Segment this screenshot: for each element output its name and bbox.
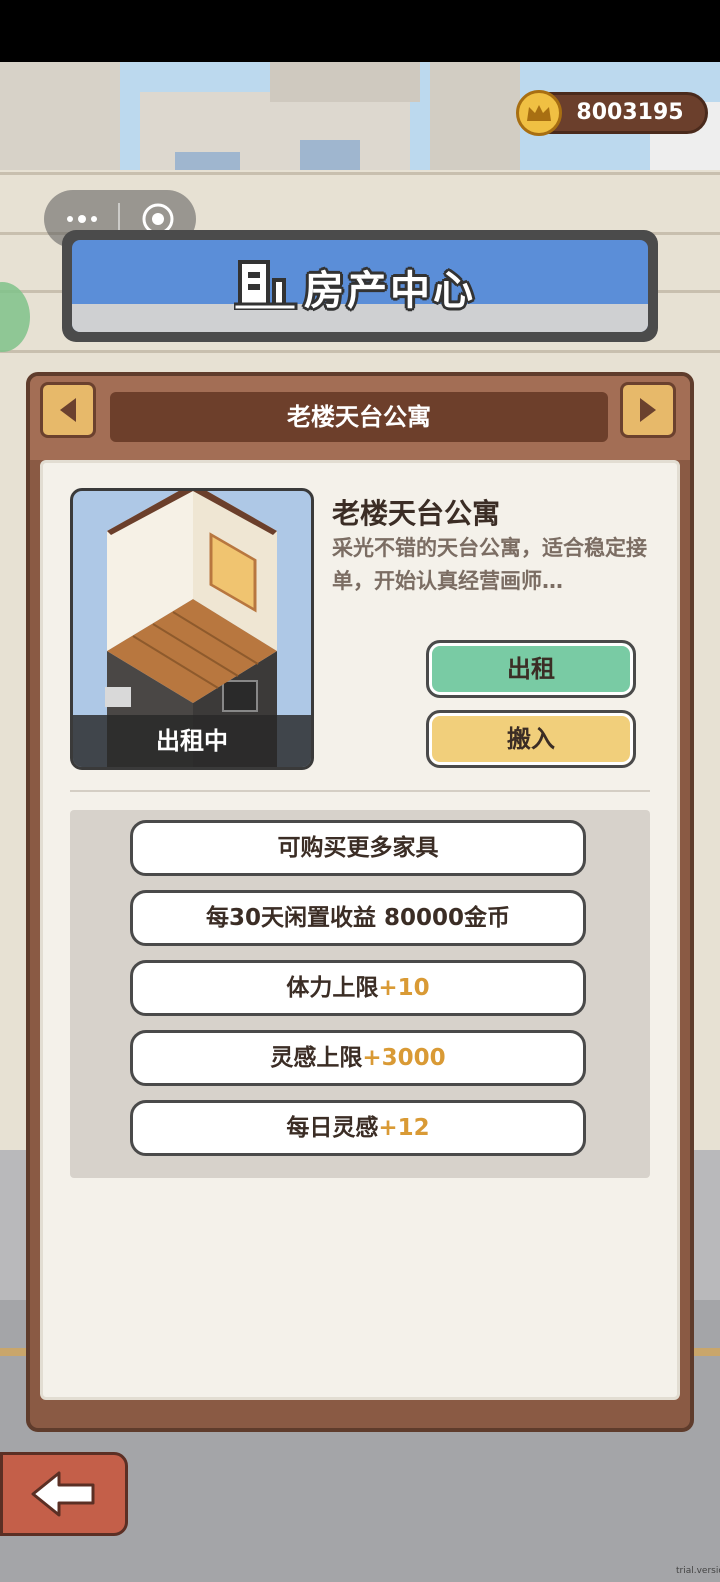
next-property-button[interactable] [620,382,676,438]
perk-item: 体力上限+10 [130,960,586,1016]
perk-bonus: +10 [378,975,430,1001]
property-name-bar: 老楼天台公寓 [110,392,608,442]
wall-line [0,350,720,353]
perk-item: 灵感上限+3000 [130,1030,586,1086]
back-arrow-icon [31,1471,95,1517]
page-title: 房产中心 [304,268,476,314]
back-button[interactable] [0,1452,128,1536]
wall-line [0,172,720,175]
property-image: 出租中 [70,488,314,770]
perk-item: 每30天闲置收益 80000金币 [130,890,586,946]
perk-text: 可购买更多家具 [277,835,439,861]
property-title: 老楼天台公寓 [332,497,501,530]
arrow-right-icon [640,398,656,422]
perk-text: 每日灵感 [286,1115,379,1141]
title-banner-inner: 房产中心 [72,240,648,332]
coin-icon [516,90,562,136]
rental-status-label: 出租中 [73,715,311,767]
property-description: 采光不错的天台公寓，适合稳定接单，开始认真经营画师… [332,536,647,593]
watermark: trial.version [676,1566,720,1576]
status-bar [0,0,720,62]
perk-bonus: +3000 [362,1045,446,1071]
section-divider [70,790,650,792]
rent-button[interactable]: 出租 [426,640,636,698]
prev-property-button[interactable] [40,382,96,438]
perk-text: 灵感上限 [270,1045,363,1071]
coin-amount: 8003195 [576,100,684,125]
arrow-left-icon [60,398,76,422]
move-in-button[interactable]: 搬入 [426,710,636,768]
perk-item: 可购买更多家具 [130,820,586,876]
perk-item: 每日灵感+12 [130,1100,586,1156]
perk-text: 体力上限 [286,975,379,1001]
perk-text: 每30天闲置收益 80000金币 [205,905,511,931]
perk-bonus: +12 [378,1115,430,1141]
